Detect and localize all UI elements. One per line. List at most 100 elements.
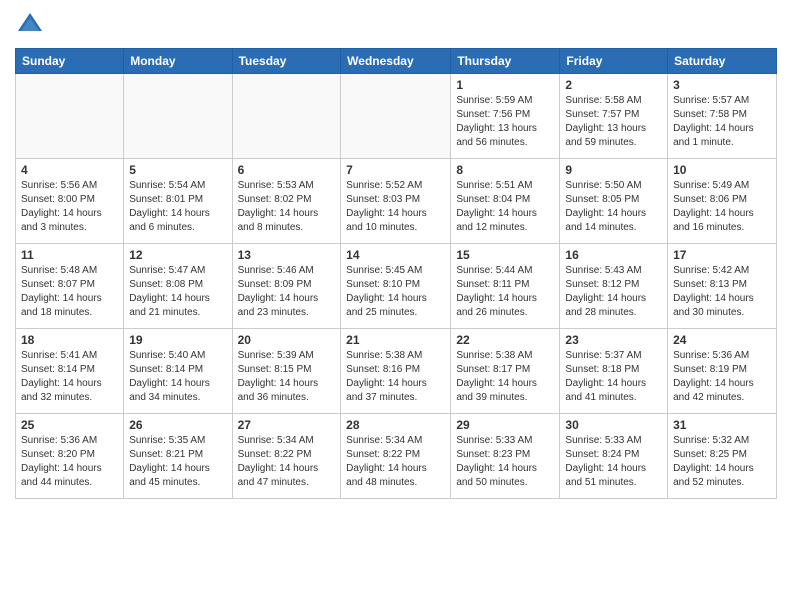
day-cell: 13Sunrise: 5:46 AM Sunset: 8:09 PM Dayli… [232,244,341,329]
day-cell [124,74,232,159]
day-number: 20 [238,333,336,347]
day-number: 11 [21,248,118,262]
day-number: 14 [346,248,445,262]
weekday-header-sunday: Sunday [16,49,124,74]
day-cell: 19 Sunrise: 5:40 AM Sunset: 8:14 PM Dayli… [124,329,232,414]
day-number: 10 [673,163,771,177]
day-cell: 3 Sunrise: 5:57 AM Sunset: 7:58 PM Daylig… [668,74,777,159]
day-info: Sunrise: 5:59 AM Sunset: 7:56 PM Dayligh… [456,94,554,150]
day-number: 26 [129,418,226,432]
day-info: Sunrise: 5:47 AM Sunset: 8:08 PM Dayligh… [129,264,226,320]
day-info: Sunrise: 5:41 AM Sunset: 8:14 PM Dayligh… [21,349,118,405]
day-cell: 10 Sunrise: 5:49 AM Sunset: 8:06 PM Dayli… [668,159,777,244]
day-info: Sunrise: 5:51 AM Sunset: 8:04 PM Dayligh… [456,179,554,235]
day-cell: 12 Sunrise: 5:47 AM Sunset: 8:08 PM Dayli… [124,244,232,329]
day-cell: 17Sunrise: 5:42 AM Sunset: 8:13 PM Dayli… [668,244,777,329]
day-cell: 28Sunrise: 5:34 AM Sunset: 8:22 PM Dayli… [341,414,451,499]
day-cell: 20 Sunrise: 5:39 AM Sunset: 8:15 PM Dayli… [232,329,341,414]
day-info: Sunrise: 5:38 AM Sunset: 8:17 PM Dayligh… [456,349,554,405]
day-number: 28 [346,418,445,432]
header [15,10,777,40]
day-number: 18 [21,333,118,347]
day-cell: 11 Sunrise: 5:48 AM Sunset: 8:07 PM Dayli… [16,244,124,329]
day-number: 7 [346,163,445,177]
day-info: Sunrise: 5:50 AM Sunset: 8:05 PM Dayligh… [565,179,662,235]
day-number: 22 [456,333,554,347]
day-cell: 23 Sunrise: 5:37 AM Sunset: 8:18 PM Dayli… [560,329,668,414]
day-info: Sunrise: 5:36 AM Sunset: 8:20 PM Dayligh… [21,434,118,490]
day-number: 12 [129,248,226,262]
week-row-5: 25 Sunrise: 5:36 AM Sunset: 8:20 PM Dayli… [16,414,777,499]
day-info: Sunrise: 5:37 AM Sunset: 8:18 PM Dayligh… [565,349,662,405]
calendar: SundayMondayTuesdayWednesdayThursdayFrid… [15,48,777,499]
week-row-3: 11 Sunrise: 5:48 AM Sunset: 8:07 PM Dayli… [16,244,777,329]
day-number: 2 [565,78,662,92]
day-number: 23 [565,333,662,347]
weekday-row: SundayMondayTuesdayWednesdayThursdayFrid… [16,49,777,74]
day-info: Sunrise: 5:43 AM Sunset: 8:12 PM Dayligh… [565,264,662,320]
day-info: Sunrise: 5:42 AM Sunset: 8:13 PM Dayligh… [673,264,771,320]
day-number: 3 [673,78,771,92]
day-cell: 27Sunrise: 5:34 AM Sunset: 8:22 PM Dayli… [232,414,341,499]
day-number: 21 [346,333,445,347]
day-cell: 6 Sunrise: 5:53 AM Sunset: 8:02 PM Daylig… [232,159,341,244]
day-cell: 15 Sunrise: 5:44 AM Sunset: 8:11 PM Dayli… [451,244,560,329]
day-number: 15 [456,248,554,262]
day-info: Sunrise: 5:34 AM Sunset: 8:22 PM Dayligh… [238,434,336,490]
day-number: 6 [238,163,336,177]
day-cell: 5 Sunrise: 5:54 AM Sunset: 8:01 PM Daylig… [124,159,232,244]
week-row-1: 1 Sunrise: 5:59 AM Sunset: 7:56 PM Daylig… [16,74,777,159]
day-info: Sunrise: 5:33 AM Sunset: 8:24 PM Dayligh… [565,434,662,490]
day-cell: 8 Sunrise: 5:51 AM Sunset: 8:04 PM Daylig… [451,159,560,244]
day-number: 9 [565,163,662,177]
day-info: Sunrise: 5:39 AM Sunset: 8:15 PM Dayligh… [238,349,336,405]
day-number: 31 [673,418,771,432]
day-info: Sunrise: 5:33 AM Sunset: 8:23 PM Dayligh… [456,434,554,490]
day-info: Sunrise: 5:36 AM Sunset: 8:19 PM Dayligh… [673,349,771,405]
day-info: Sunrise: 5:49 AM Sunset: 8:06 PM Dayligh… [673,179,771,235]
day-cell: 2 Sunrise: 5:58 AM Sunset: 7:57 PM Daylig… [560,74,668,159]
page: SundayMondayTuesdayWednesdayThursdayFrid… [0,0,792,612]
day-info: Sunrise: 5:54 AM Sunset: 8:01 PM Dayligh… [129,179,226,235]
logo [15,10,49,40]
day-info: Sunrise: 5:53 AM Sunset: 8:02 PM Dayligh… [238,179,336,235]
day-info: Sunrise: 5:58 AM Sunset: 7:57 PM Dayligh… [565,94,662,150]
day-cell: 21Sunrise: 5:38 AM Sunset: 8:16 PM Dayli… [341,329,451,414]
day-number: 16 [565,248,662,262]
day-info: Sunrise: 5:52 AM Sunset: 8:03 PM Dayligh… [346,179,445,235]
day-cell: 9 Sunrise: 5:50 AM Sunset: 8:05 PM Daylig… [560,159,668,244]
weekday-header-wednesday: Wednesday [341,49,451,74]
day-info: Sunrise: 5:56 AM Sunset: 8:00 PM Dayligh… [21,179,118,235]
weekday-header-thursday: Thursday [451,49,560,74]
day-info: Sunrise: 5:48 AM Sunset: 8:07 PM Dayligh… [21,264,118,320]
day-cell: 14 Sunrise: 5:45 AM Sunset: 8:10 PM Dayli… [341,244,451,329]
day-cell: 31 Sunrise: 5:32 AM Sunset: 8:25 PM Dayli… [668,414,777,499]
day-cell: 22 Sunrise: 5:38 AM Sunset: 8:17 PM Dayli… [451,329,560,414]
weekday-header-saturday: Saturday [668,49,777,74]
day-info: Sunrise: 5:57 AM Sunset: 7:58 PM Dayligh… [673,94,771,150]
day-info: Sunrise: 5:44 AM Sunset: 8:11 PM Dayligh… [456,264,554,320]
day-cell [232,74,341,159]
day-cell: 1 Sunrise: 5:59 AM Sunset: 7:56 PM Daylig… [451,74,560,159]
day-number: 25 [21,418,118,432]
day-cell: 26Sunrise: 5:35 AM Sunset: 8:21 PM Dayli… [124,414,232,499]
logo-icon [15,10,45,40]
day-info: Sunrise: 5:40 AM Sunset: 8:14 PM Dayligh… [129,349,226,405]
day-number: 29 [456,418,554,432]
day-number: 5 [129,163,226,177]
day-info: Sunrise: 5:45 AM Sunset: 8:10 PM Dayligh… [346,264,445,320]
day-info: Sunrise: 5:46 AM Sunset: 8:09 PM Dayligh… [238,264,336,320]
day-cell: 30 Sunrise: 5:33 AM Sunset: 8:24 PM Dayli… [560,414,668,499]
day-cell: 4Sunrise: 5:56 AM Sunset: 8:00 PM Daylig… [16,159,124,244]
day-number: 24 [673,333,771,347]
weekday-header-friday: Friday [560,49,668,74]
calendar-header: SundayMondayTuesdayWednesdayThursdayFrid… [16,49,777,74]
day-cell: 25 Sunrise: 5:36 AM Sunset: 8:20 PM Dayli… [16,414,124,499]
day-number: 30 [565,418,662,432]
day-number: 8 [456,163,554,177]
day-info: Sunrise: 5:32 AM Sunset: 8:25 PM Dayligh… [673,434,771,490]
weekday-header-tuesday: Tuesday [232,49,341,74]
day-number: 1 [456,78,554,92]
day-number: 19 [129,333,226,347]
week-row-2: 4Sunrise: 5:56 AM Sunset: 8:00 PM Daylig… [16,159,777,244]
